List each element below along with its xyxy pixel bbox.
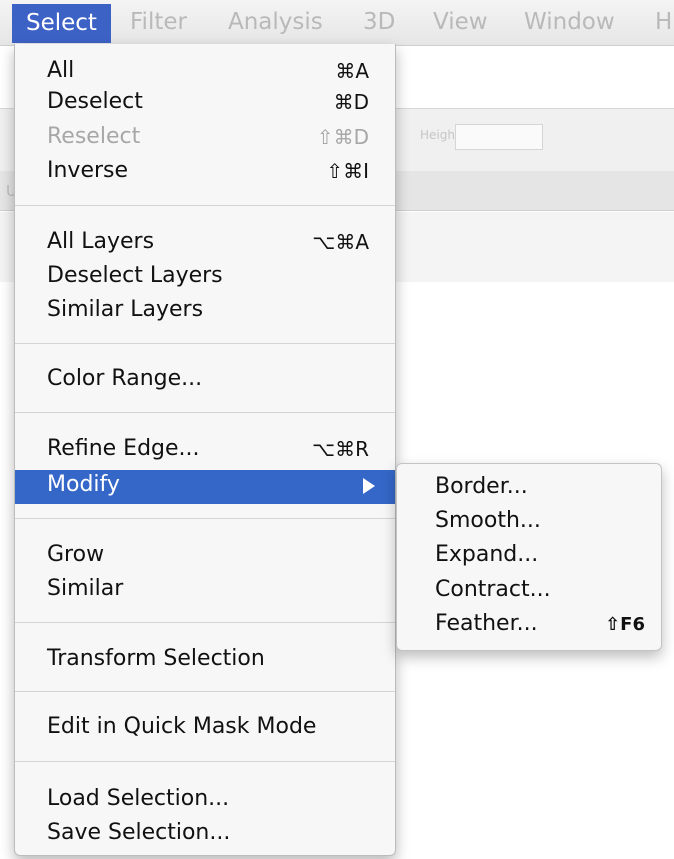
menu-item-label: Edit in Quick Mask Mode: [47, 714, 317, 739]
menu-item-label: Reselect: [47, 124, 141, 149]
menu-item-shortcut: ⌥⌘A: [312, 230, 369, 254]
menu-separator: [15, 691, 395, 692]
submenu-item-contract[interactable]: Contract...: [397, 577, 661, 607]
menu-item-label: Color Range...: [47, 366, 203, 391]
menu-item-shortcut: ⇧F6: [605, 614, 645, 635]
menu-item-deselect[interactable]: Deselect ⌘D: [15, 87, 395, 121]
menu-bar-item-view[interactable]: View: [433, 9, 488, 35]
menu-item-label: Transform Selection: [47, 646, 265, 671]
menu-item-quick-mask[interactable]: Edit in Quick Mask Mode: [15, 712, 395, 746]
menu-item-shortcut: ⌘A: [335, 59, 369, 83]
submenu-arrow-icon: [363, 478, 375, 494]
menu-item-label: Similar Layers: [47, 297, 204, 322]
height-input[interactable]: [455, 124, 543, 150]
submenu-item-border[interactable]: Border...: [397, 474, 661, 504]
menu-item-label: All Layers: [47, 229, 155, 254]
menu-item-modify[interactable]: Modify: [15, 470, 395, 504]
menu-separator: [15, 205, 395, 206]
menu-item-label: Expand...: [435, 542, 539, 567]
menu-item-label: Modify: [47, 472, 120, 497]
menu-item-shortcut: ⌘D: [333, 90, 369, 114]
menu-item-all-layers[interactable]: All Layers ⌥⌘A: [15, 227, 395, 261]
select-menu: All ⌘A Deselect ⌘D Reselect ⇧⌘D Inverse …: [14, 44, 396, 856]
menu-separator: [15, 761, 395, 762]
menu-item-inverse[interactable]: Inverse ⇧⌘I: [15, 156, 395, 190]
menu-item-similar[interactable]: Similar: [15, 574, 395, 608]
menu-item-deselect-layers[interactable]: Deselect Layers: [15, 261, 395, 295]
menu-item-label: Contract...: [435, 577, 551, 602]
menu-separator: [15, 343, 395, 344]
menu-item-label: All: [47, 58, 75, 83]
menu-bar-item-filter[interactable]: Filter: [130, 9, 187, 35]
menu-item-label: Smooth...: [435, 508, 541, 533]
menu-separator: [15, 412, 395, 413]
menu-item-grow[interactable]: Grow: [15, 540, 395, 574]
menu-bar-item-analysis[interactable]: Analysis: [228, 9, 323, 35]
submenu-item-expand[interactable]: Expand...: [397, 542, 661, 572]
menu-item-color-range[interactable]: Color Range...: [15, 364, 395, 398]
menu-item-save-selection[interactable]: Save Selection...: [15, 818, 395, 852]
menu-bar-item-help[interactable]: H: [655, 9, 672, 35]
menu-separator: [15, 622, 395, 623]
submenu-item-smooth[interactable]: Smooth...: [397, 508, 661, 538]
menu-item-similar-layers[interactable]: Similar Layers: [15, 295, 395, 329]
menu-bar: Select Filter Analysis 3D View Window H: [0, 0, 674, 46]
menu-separator: [15, 518, 395, 519]
menu-item-shortcut: ⇧⌘D: [316, 125, 369, 149]
menu-item-load-selection[interactable]: Load Selection...: [15, 784, 395, 818]
menu-item-shortcut: ⌥⌘R: [312, 437, 369, 461]
modify-submenu: Border... Smooth... Expand... Contract..…: [396, 463, 662, 651]
menu-item-label: Deselect Layers: [47, 263, 223, 288]
menu-item-refine-edge[interactable]: Refine Edge... ⌥⌘R: [15, 434, 395, 468]
menu-item-transform-selection[interactable]: Transform Selection: [15, 644, 395, 678]
menu-item-label: Save Selection...: [47, 820, 231, 845]
menu-item-label: Similar: [47, 576, 124, 601]
menu-item-reselect: Reselect ⇧⌘D: [15, 122, 395, 156]
menu-bar-item-window[interactable]: Window: [524, 9, 615, 35]
menu-item-label: Load Selection...: [47, 786, 230, 811]
menu-item-shortcut: ⇧⌘I: [326, 159, 369, 183]
submenu-item-feather[interactable]: Feather... ⇧F6: [397, 611, 661, 641]
menu-item-label: Feather...: [435, 611, 538, 636]
menu-item-all[interactable]: All ⌘A: [15, 56, 395, 90]
menu-item-label: Grow: [47, 542, 105, 567]
menu-item-label: Deselect: [47, 89, 143, 114]
menu-bar-item-select[interactable]: Select: [12, 4, 111, 43]
menu-item-label: Inverse: [47, 158, 129, 183]
menu-item-label: Border...: [435, 474, 528, 499]
menu-bar-item-3d[interactable]: 3D: [363, 9, 395, 35]
menu-item-label: Refine Edge...: [47, 436, 200, 461]
